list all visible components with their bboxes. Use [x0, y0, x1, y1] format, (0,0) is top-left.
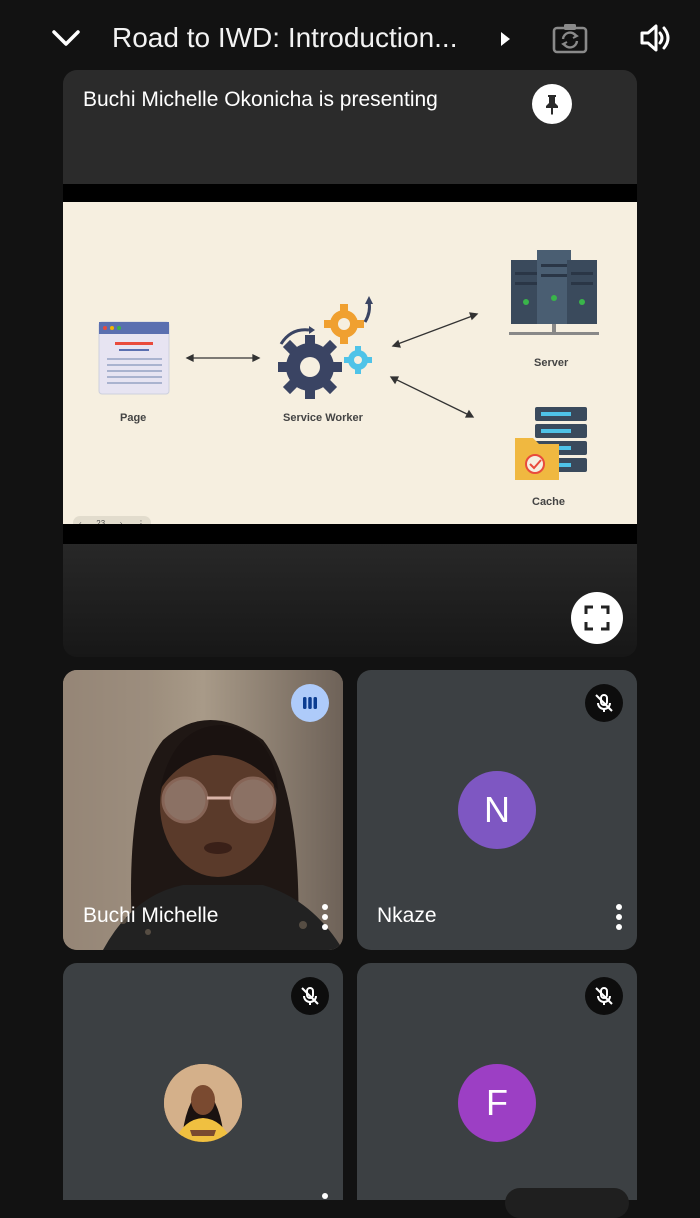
shared-screen: Page Service Worker Server Cache ‹ 23 › … [63, 184, 637, 544]
speaker-icon[interactable] [634, 18, 678, 58]
floating-controls[interactable] [505, 1188, 629, 1218]
expand-arrow-icon[interactable] [490, 24, 520, 54]
presentation-tile[interactable]: Buchi Michelle Okonicha is presenting Pa… [63, 70, 637, 657]
fullscreen-icon[interactable] [571, 592, 623, 644]
participant-tile[interactable]: N Nkaze [357, 670, 637, 950]
more-vert-icon: ⋮ [136, 518, 145, 525]
avatar: N [458, 771, 536, 849]
slide-label-server: Server [534, 357, 569, 369]
presenting-label: Buchi Michelle Okonicha is presenting [83, 88, 438, 111]
arrow-sw-server-icon [391, 312, 479, 348]
slide-label-service-worker: Service Worker [283, 412, 363, 424]
pin-icon[interactable] [532, 84, 572, 124]
slide-navigator: ‹ 23 › ⋮ [73, 516, 151, 524]
participant-tile[interactable]: F [357, 963, 637, 1200]
server-icon [509, 250, 599, 335]
participant-name: Nkaze [377, 904, 437, 927]
mic-off-icon [291, 977, 329, 1015]
meeting-title[interactable]: Road to IWD: Introduction... [112, 20, 482, 56]
slide: Page Service Worker Server Cache ‹ 23 › … [63, 202, 637, 524]
arrow-page-sw-icon [185, 353, 261, 363]
chevron-down-icon[interactable] [44, 18, 88, 58]
participant-name: Buchi Michelle [83, 904, 219, 927]
chevron-right-icon: › [119, 518, 123, 525]
mic-off-icon [585, 684, 623, 722]
slide-label-page: Page [120, 412, 147, 424]
gears-icon [278, 296, 373, 399]
speaking-indicator-icon [291, 684, 329, 722]
mic-off-icon [585, 977, 623, 1015]
cache-icon [515, 407, 587, 480]
more-vert-icon[interactable] [315, 900, 335, 934]
page-graphic-icon [98, 321, 170, 395]
chevron-left-icon: ‹ [79, 518, 82, 525]
slide-label-cache: Cache [532, 496, 566, 508]
slide-page-number: 23 [96, 518, 106, 525]
avatar: F [458, 1064, 536, 1142]
participant-tile[interactable] [63, 963, 343, 1200]
top-bar: Road to IWD: Introduction... [0, 0, 700, 70]
avatar-photo [164, 1064, 242, 1142]
arrow-sw-cache-icon [389, 376, 475, 418]
more-vert-icon[interactable] [315, 1189, 335, 1200]
more-vert-icon[interactable] [609, 900, 629, 934]
participant-tile[interactable]: Buchi Michelle [63, 670, 343, 950]
camera-switch-icon[interactable] [548, 18, 592, 58]
